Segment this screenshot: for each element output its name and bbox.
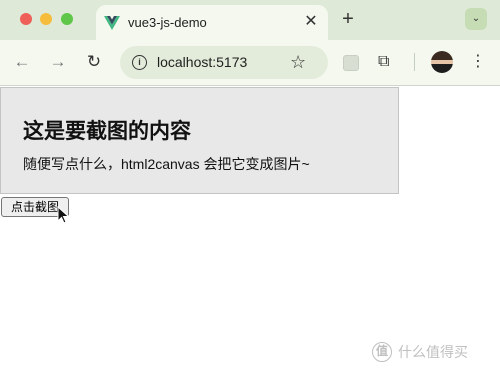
extensions-puzzle-icon[interactable]: ⧉ [378,52,389,72]
tab-strip: vue3-js-demo ✕ + ⌄ [0,0,500,40]
minimize-window-button[interactable] [40,13,52,25]
toolbar-divider [414,53,415,71]
reload-icon[interactable]: ↻ [84,52,104,72]
watermark-logo-icon: 值 [372,342,392,362]
tab-title: vue3-js-demo [128,15,207,30]
maximize-window-button[interactable] [61,13,73,25]
capture-target-box: 这是要截图的内容 随便写点什么，html2canvas 会把它变成图片~ [0,87,399,194]
bookmark-star-icon[interactable]: ☆ [290,52,306,72]
page-heading: 这是要截图的内容 [23,120,191,143]
forward-arrow-icon[interactable]: → [48,52,68,72]
profile-avatar[interactable] [431,51,453,73]
tab-vue3-js-demo[interactable]: vue3-js-demo ✕ [96,5,328,40]
site-info-icon[interactable]: i [132,55,147,70]
mouse-pointer-icon [57,206,70,224]
page-description: 随便写点什么，html2canvas 会把它变成图片~ [23,156,310,172]
close-tab-icon[interactable]: ✕ [302,13,320,31]
tab-search-icon[interactable]: ⌄ [465,8,487,30]
vue-logo-icon [104,16,120,30]
watermark-text: 什么值得买 [398,345,468,361]
more-menu-icon[interactable]: ⋮ [470,52,486,72]
address-url[interactable]: localhost:5173 [157,54,247,70]
back-arrow-icon[interactable]: ← [12,52,32,72]
browser-window-chrome: vue3-js-demo ✕ + ⌄ ← → ↻ i localhost:517… [0,0,500,86]
watermark: 值 什么值得买 [372,341,492,363]
new-tab-icon[interactable]: + [338,9,358,29]
close-window-button[interactable] [20,13,32,25]
extension-icon[interactable] [343,55,359,71]
browser-toolbar: ← → ↻ i localhost:5173 ☆ ⧉ ⋮ [0,40,500,86]
